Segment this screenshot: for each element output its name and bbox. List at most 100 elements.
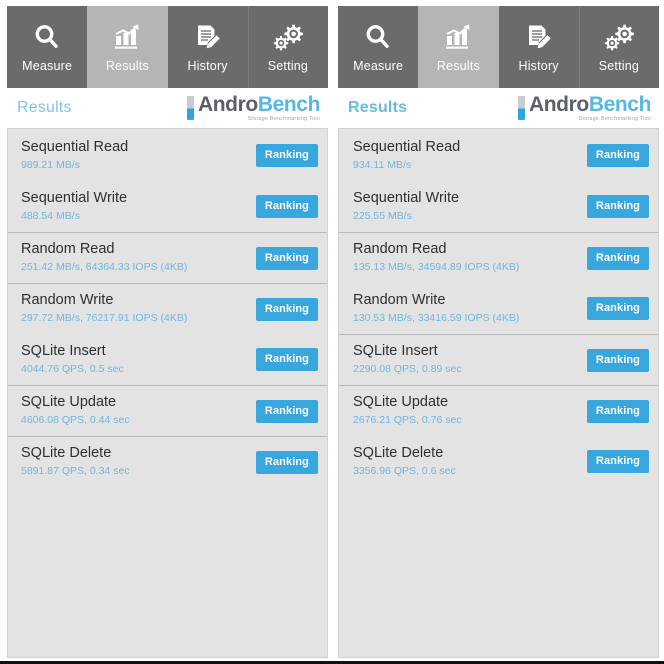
- row-value: 3356.96 QPS, 0.6 sec: [353, 464, 456, 477]
- page-title: Results: [348, 99, 408, 116]
- row-label: Sequential Read: [21, 138, 129, 155]
- row-label: Sequential Read: [353, 138, 461, 155]
- row-value: 989.21 MB/s: [21, 158, 80, 171]
- page-header-right: Results AndroBench Storage Benchmarking …: [338, 88, 659, 128]
- ranking-button[interactable]: Ranking: [255, 450, 318, 474]
- page-header-left: Results AndroBench Storage Benchmarking …: [7, 88, 328, 128]
- row-value: 225.55 MB/s: [353, 209, 412, 222]
- tab-results[interactable]: Results: [87, 6, 168, 88]
- table-row[interactable]: SQLite Delete 5891.87 QPS, 0.34 sec Rank…: [8, 436, 327, 487]
- table-row[interactable]: SQLite Update 2676.21 QPS, 0.76 sec Rank…: [339, 385, 658, 436]
- logo-bench-text: Bench: [588, 92, 652, 116]
- row-value: 4044.76 QPS, 0.5 sec: [21, 362, 124, 375]
- tab-history[interactable]: History: [498, 6, 579, 88]
- results-list-right: Sequential Read 934.11 MB/s Ranking Sequ…: [338, 128, 659, 658]
- row-value: 4606.08 QPS, 0.44 sec: [21, 414, 130, 427]
- ranking-button[interactable]: Ranking: [586, 399, 649, 423]
- androbench-logo: AndroBench Storage Benchmarking Tool: [186, 94, 320, 122]
- logo-andro-text: Andro: [197, 92, 258, 116]
- tab-setting[interactable]: Setting: [578, 6, 659, 88]
- tab-label-results: Results: [105, 59, 149, 73]
- row-label: Random Read: [21, 241, 115, 258]
- ranking-button[interactable]: Ranking: [586, 195, 649, 218]
- phone-screen-right: Measure Results History Setting Results …: [338, 6, 659, 658]
- ranking-button[interactable]: Ranking: [586, 144, 649, 167]
- table-row[interactable]: Sequential Write 488.54 MB/s Ranking: [8, 181, 327, 232]
- row-value: 2290.08 QPS, 0.89 sec: [353, 363, 462, 376]
- row-label: Random Write: [353, 291, 446, 308]
- logo-wordmark: AndroBench: [198, 94, 320, 115]
- magnifier-icon: [32, 17, 62, 57]
- ranking-button[interactable]: Ranking: [586, 450, 649, 473]
- androbench-logo: AndroBench Storage Benchmarking Tool: [517, 94, 651, 122]
- logo-andro-text: Andro: [528, 92, 589, 116]
- androbench-logo-bar-icon: [186, 95, 194, 120]
- table-row[interactable]: Random Write 297.72 MB/s, 76217.91 IOPS …: [8, 283, 327, 334]
- table-row[interactable]: SQLite Insert 2290.08 QPS, 0.89 sec Rank…: [339, 334, 658, 385]
- logo-bench-text: Bench: [257, 92, 321, 116]
- tab-measure[interactable]: Measure: [7, 6, 88, 88]
- table-row[interactable]: SQLite Insert 4044.76 QPS, 0.5 sec Ranki…: [8, 334, 327, 385]
- page-title: Results: [17, 99, 72, 116]
- logo-wordmark: AndroBench: [529, 94, 651, 115]
- ranking-button[interactable]: Ranking: [586, 297, 649, 320]
- ranking-button[interactable]: Ranking: [255, 195, 318, 218]
- table-row[interactable]: SQLite Delete 3356.96 QPS, 0.6 sec Ranki…: [339, 436, 658, 487]
- ranking-button[interactable]: Ranking: [255, 144, 318, 167]
- bar-chart-icon: [111, 17, 143, 57]
- table-row[interactable]: Sequential Read 989.21 MB/s Ranking: [8, 130, 327, 181]
- row-label: Random Read: [353, 241, 447, 258]
- row-value: 130.53 MB/s, 33416.59 IOPS (4KB): [353, 311, 520, 324]
- document-pencil-icon: [193, 17, 223, 57]
- tab-setting[interactable]: Setting: [247, 6, 328, 88]
- row-label: SQLite Insert: [21, 342, 106, 359]
- gears-icon: [603, 17, 635, 57]
- row-label: SQLite Delete: [353, 444, 444, 461]
- logo-tagline: Storage Benchmarking Tool: [247, 115, 320, 122]
- row-value: 251.42 MB/s, 64364.33 IOPS (4KB): [21, 261, 188, 274]
- table-row[interactable]: Random Read 135.13 MB/s, 34594.89 IOPS (…: [339, 232, 658, 283]
- ranking-button[interactable]: Ranking: [586, 246, 649, 270]
- document-pencil-icon: [524, 17, 554, 57]
- results-list-left: Sequential Read 989.21 MB/s Ranking Sequ…: [7, 128, 328, 658]
- table-row[interactable]: Sequential Read 934.11 MB/s Ranking: [339, 130, 658, 181]
- ranking-button[interactable]: Ranking: [255, 297, 318, 321]
- row-label: Sequential Write: [21, 189, 128, 206]
- phone-screen-left: Measure Results History Setting Results …: [7, 6, 328, 658]
- row-value: 5891.87 QPS, 0.34 sec: [21, 465, 130, 478]
- ranking-button[interactable]: Ranking: [255, 246, 318, 270]
- table-row[interactable]: Random Write 130.53 MB/s, 33416.59 IOPS …: [339, 283, 658, 334]
- row-label: Random Write: [21, 292, 114, 309]
- row-value: 297.72 MB/s, 76217.91 IOPS (4KB): [21, 312, 188, 325]
- table-row[interactable]: SQLite Update 4606.08 QPS, 0.44 sec Rank…: [8, 385, 327, 436]
- table-row[interactable]: Sequential Write 225.55 MB/s Ranking: [339, 181, 658, 232]
- row-label: SQLite Delete: [21, 445, 112, 462]
- logo-tagline: Storage Benchmarking Tool: [578, 115, 651, 122]
- tab-label-history: History: [187, 59, 228, 73]
- row-label: Sequential Write: [353, 189, 460, 206]
- row-label: SQLite Insert: [353, 343, 438, 360]
- row-value: 135.13 MB/s, 34594.89 IOPS (4KB): [353, 261, 520, 274]
- magnifier-icon: [363, 17, 393, 57]
- tab-label-measure: Measure: [22, 59, 73, 73]
- ranking-button[interactable]: Ranking: [586, 348, 649, 372]
- row-value: 488.54 MB/s: [21, 209, 80, 222]
- tab-history[interactable]: History: [167, 6, 248, 88]
- row-value: 934.11 MB/s: [353, 158, 412, 171]
- tab-bar: Measure Results History Setting: [338, 6, 659, 88]
- ranking-button[interactable]: Ranking: [255, 348, 318, 371]
- tab-label-results: Results: [436, 59, 480, 73]
- table-row[interactable]: Random Read 251.42 MB/s, 64364.33 IOPS (…: [8, 232, 327, 283]
- tab-label-measure: Measure: [353, 59, 404, 73]
- tab-results[interactable]: Results: [418, 6, 499, 88]
- ranking-button[interactable]: Ranking: [255, 399, 318, 423]
- tab-label-setting: Setting: [267, 59, 309, 73]
- row-label: SQLite Update: [21, 394, 117, 411]
- tab-measure[interactable]: Measure: [338, 6, 419, 88]
- row-value: 2676.21 QPS, 0.76 sec: [353, 414, 462, 427]
- gears-icon: [272, 17, 304, 57]
- tab-bar: Measure Results History Setting: [7, 6, 328, 88]
- row-label: SQLite Update: [353, 394, 449, 411]
- dual-screenshot-container: Measure Results History Setting Results …: [0, 0, 664, 661]
- tab-label-setting: Setting: [598, 59, 640, 73]
